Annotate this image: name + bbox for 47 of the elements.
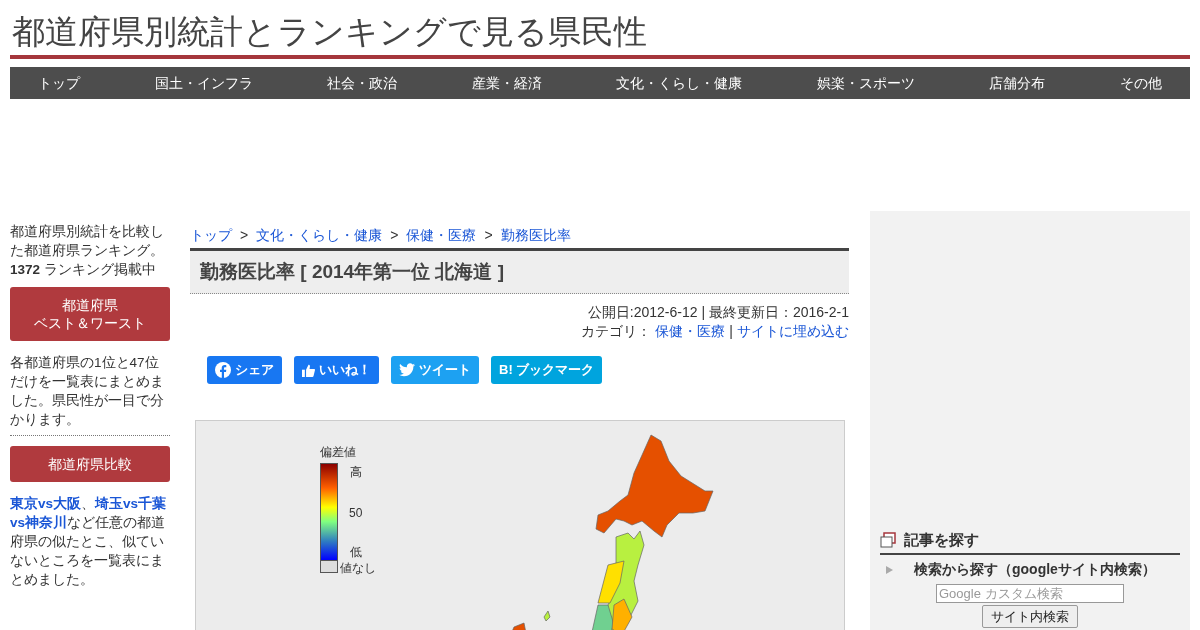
nav-link[interactable]: 国土・インフラ [154,72,253,94]
category-link[interactable]: 保健・医療 [655,322,726,341]
window-icon [880,531,896,548]
search-field[interactable]: Google カスタム検索 [936,584,1124,603]
nav-link[interactable]: 産業・経済 [471,72,542,94]
intro-text: 都道府県別統計を比較した都道府県ランキング。1372 ランキング掲載中 [10,223,165,279]
breadcrumb-separator: > [390,225,399,245]
nav-link[interactable]: 娯楽・スポーツ [816,72,915,94]
search-heading: 検索から探す（googleサイト内検索） [914,560,1156,579]
best-worst-button[interactable]: 都道府県 ベスト＆ワースト [10,287,170,341]
legend-none: 値なし [340,560,376,577]
category-label: カテゴリ： [581,322,652,341]
nav-link[interactable]: 文化・くらし・健康 [616,72,743,94]
breadcrumb-link[interactable]: トップ [190,224,232,246]
compare-link[interactable]: 埼玉vs千葉 [95,496,167,511]
bird-icon [399,363,415,377]
legend-none-swatch [320,561,338,573]
thumbs-up-icon [302,363,315,377]
site-title[interactable]: 都道府県別統計とランキングで見る県民性 [10,10,1190,54]
facebook-share-button[interactable]: シェア [207,356,282,384]
meta-separator: | [729,322,733,341]
nav-link[interactable]: 店舗分布 [989,72,1046,94]
nav-link[interactable]: その他 [1119,72,1162,94]
publish-dates: 公開日:2012-6-12 | 最終更新日：2016-2-1 [586,303,849,322]
site-search-button[interactable]: サイト内検索 [982,605,1078,628]
compare-description: 東京vs大阪、埼玉vs千葉 vs神奈川など任意の都道府県の似たとこ、似ていないところを一覧表にまとめました。 [10,495,168,589]
facebook-icon [215,362,231,378]
triangle-icon [886,565,894,574]
article-title: 勤務医比率 [ 2014年第一位 北海道 ] [200,259,505,284]
best-worst-description: 各都道府県の1位と47位だけを一覧表にまとめました。県民性が一目で分かります。 [10,353,170,436]
nav-link[interactable]: 社会・政治 [327,72,398,94]
nav-link[interactable]: トップ [38,72,80,94]
legend-mid: 50 [349,505,363,522]
breadcrumb-separator: > [484,225,493,245]
breadcrumb-link[interactable]: 勤務医比率 [500,224,571,246]
breadcrumb-link[interactable]: 文化・くらし・健康 [256,224,383,246]
breadcrumb-separator: > [240,225,249,245]
legend-low: 低 [350,544,362,561]
embed-link[interactable]: サイトに埋め込む [737,322,849,341]
legend-title: 偏差値 [320,444,356,461]
breadcrumb-link[interactable]: 保健・医療 [406,224,477,246]
compare-link[interactable]: vs神奈川 [10,515,68,530]
compare-link[interactable]: 東京vs大阪 [10,496,82,511]
section-heading: 記事を探す [904,529,979,550]
like-share-button[interactable]: いいね！ [294,356,379,384]
legend-high: 高 [350,464,362,481]
compare-button[interactable]: 都道府県比較 [10,446,170,482]
